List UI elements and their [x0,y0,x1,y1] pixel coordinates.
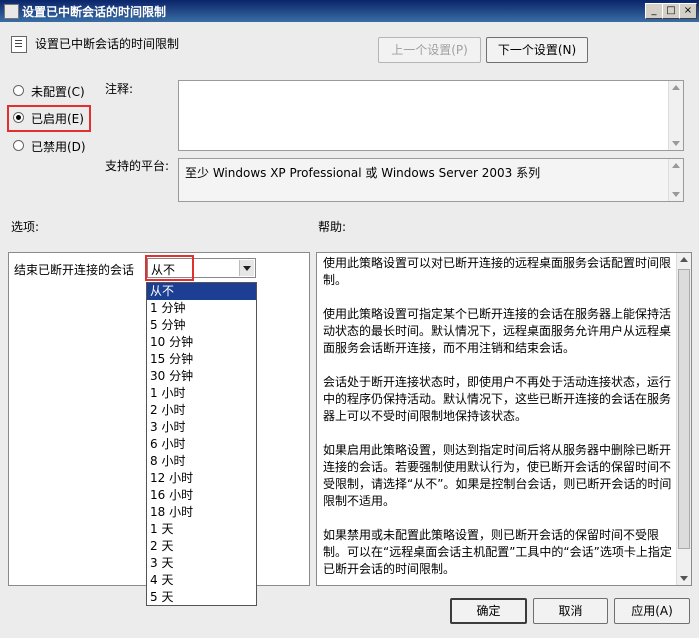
radio-disabled[interactable] [13,140,24,151]
session-timeout-label: 结束已断开连接的会话 [14,263,135,277]
highlight-box-select [145,255,194,281]
radio-not-configured[interactable] [13,85,24,96]
dropdown-option[interactable]: 2 天 [147,538,256,555]
help-paragraph: 会话处于断开连接状态时，即使用户不再处于活动连接状态，运行中的程序仍保持活动。默… [323,375,672,423]
dropdown-option[interactable]: 10 分钟 [147,334,256,351]
help-paragraph: 使用此策略设置可以对已断开连接的远程桌面服务会话配置时间限制。 [323,256,672,287]
dropdown-option[interactable]: 12 小时 [147,470,256,487]
scroll-up-icon[interactable] [672,163,680,168]
dropdown-option[interactable]: 3 小时 [147,419,256,436]
radio-disabled-label: 已禁用(D) [31,140,86,154]
options-label: 选项: [11,220,40,234]
window-title: 设置已中断会话的时间限制 [22,5,167,19]
dropdown-option[interactable]: 4 天 [147,572,256,589]
policy-setting-icon [11,36,27,53]
previous-setting-button[interactable]: 上一个设置(P) [378,37,481,63]
scroll-down-icon[interactable] [672,192,680,197]
session-timeout-dropdown[interactable]: 从不 1 分钟 5 分钟 10 分钟 15 分钟 30 分钟 1 小时 2 小时… [146,282,257,606]
dropdown-option[interactable]: 18 小时 [147,504,256,521]
dropdown-option[interactable]: 3 天 [147,555,256,572]
help-paragraph: 如果禁用或未配置此策略设置，则已断开会话的保留时间不受限制。可以在“远程桌面会话… [323,528,672,576]
dropdown-option[interactable]: 15 分钟 [147,351,256,368]
help-paragraph: 使用此策略设置可指定某个已断开连接的会话在服务器上能保持活动状态的最长时间。默认… [323,307,672,355]
help-text: 使用此策略设置可以对已断开连接的远程桌面服务会话配置时间限制。 使用此策略设置可… [323,255,673,595]
title-bar[interactable]: 设置已中断会话的时间限制 _ □ × [0,0,699,22]
dropdown-option[interactable]: 8 小时 [147,453,256,470]
scroll-thumb[interactable] [678,269,690,549]
chevron-down-icon [243,266,251,271]
help-paragraph: 如果启用此策略设置，则达到指定时间后将从服务器中删除已断开连接的会话。若要强制使… [323,443,672,508]
policy-window: 设置已中断会话的时间限制 _ □ × 设置已中断会话的时间限制 上一个设置(P)… [0,0,699,638]
scroll-up-icon[interactable] [672,85,680,90]
platform-scrollbar[interactable] [668,159,683,201]
help-scrollbar[interactable] [676,253,691,585]
dropdown-option[interactable]: 6 小时 [147,436,256,453]
platform-value: 至少 Windows XP Professional 或 Windows Ser… [185,166,541,180]
scroll-up-icon[interactable] [680,257,688,262]
dropdown-option[interactable]: 1 分钟 [147,300,256,317]
scroll-down-icon[interactable] [680,576,688,581]
comment-label: 注释: [105,82,134,96]
help-panel: 使用此策略设置可以对已断开连接的远程桌面服务会话配置时间限制。 使用此策略设置可… [316,252,692,586]
dropdown-option[interactable]: 5 天 [147,589,256,606]
radio-enabled[interactable] [13,112,24,123]
dropdown-option[interactable]: 1 天 [147,521,256,538]
radio-enabled-label: 已启用(E) [31,112,84,126]
help-label: 帮助: [318,220,347,234]
dropdown-option[interactable]: 1 小时 [147,385,256,402]
radio-not-configured-label: 未配置(C) [31,85,85,99]
cancel-button[interactable]: 取消 [533,598,608,624]
platform-label: 支持的平台: [105,159,170,173]
minimize-button[interactable]: _ [645,3,663,19]
policy-icon [4,4,19,19]
dropdown-option[interactable]: 16 小时 [147,487,256,504]
ok-button[interactable]: 确定 [450,598,527,624]
comment-textarea[interactable] [178,80,684,151]
dropdown-button[interactable] [239,260,254,276]
close-button[interactable]: × [679,3,697,19]
apply-button[interactable]: 应用(A) [614,598,690,624]
scroll-down-icon[interactable] [672,141,680,146]
dropdown-option[interactable]: 30 分钟 [147,368,256,385]
dropdown-option[interactable]: 2 小时 [147,402,256,419]
maximize-button[interactable]: □ [662,3,680,19]
policy-title: 设置已中断会话的时间限制 [35,37,180,51]
dropdown-option[interactable]: 从不 [147,283,256,300]
dropdown-option[interactable]: 5 分钟 [147,317,256,334]
next-setting-button[interactable]: 下一个设置(N) [486,37,588,63]
platform-field: 至少 Windows XP Professional 或 Windows Ser… [178,158,684,202]
comment-scrollbar[interactable] [668,81,683,150]
